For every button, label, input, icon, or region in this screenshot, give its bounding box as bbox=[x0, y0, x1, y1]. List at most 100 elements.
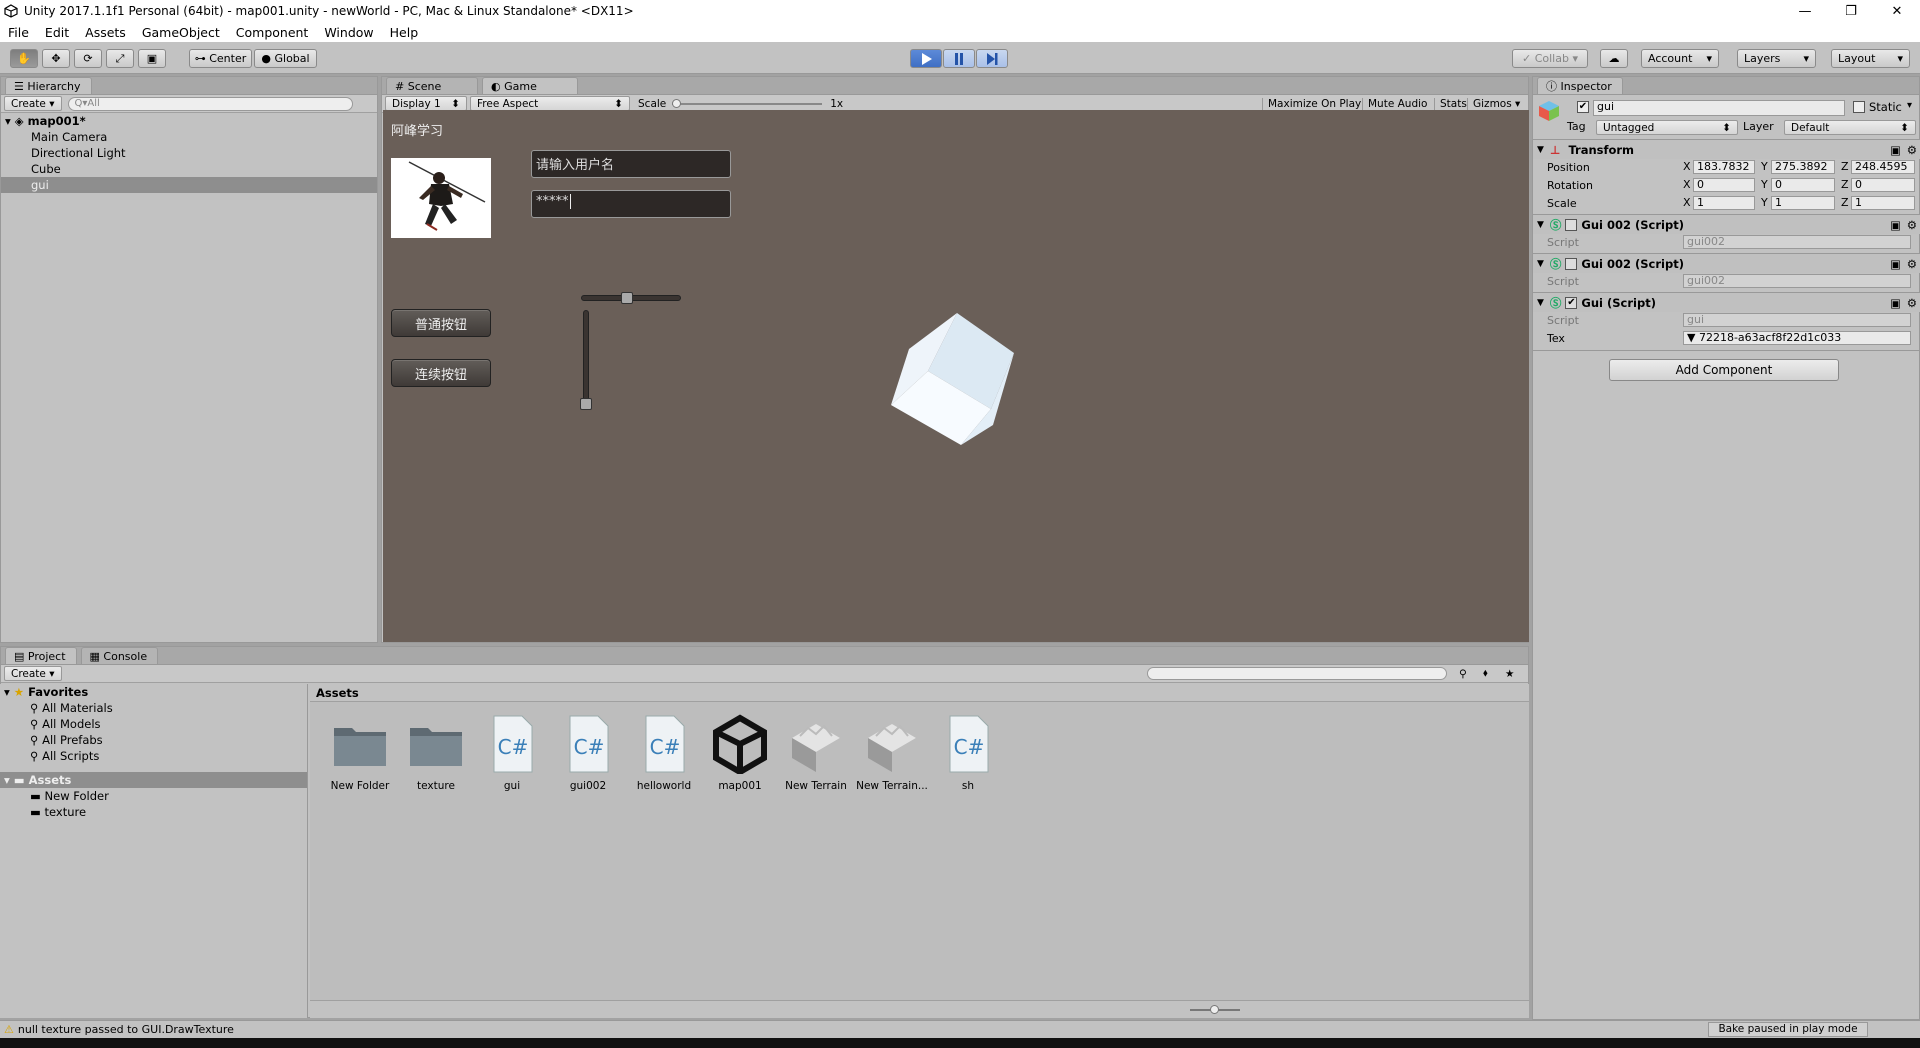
maximize-button[interactable]: ❐ bbox=[1828, 0, 1874, 22]
help-book-icon[interactable]: ▣ bbox=[1890, 143, 1901, 157]
favorite-star-icon[interactable]: ★ bbox=[1505, 668, 1514, 680]
help-book-icon[interactable]: ▣ bbox=[1890, 296, 1901, 310]
rotation-y-field[interactable]: 0 bbox=[1771, 178, 1835, 192]
menu-window[interactable]: Window bbox=[316, 25, 381, 40]
asset-item[interactable]: texture bbox=[400, 714, 472, 792]
project-search-input[interactable] bbox=[1147, 667, 1447, 680]
tab-hierarchy[interactable]: ☰ Hierarchy bbox=[5, 77, 92, 94]
scale-slider-thumb[interactable] bbox=[672, 98, 682, 108]
static-dropdown-arrow-icon[interactable]: ▾ bbox=[1907, 100, 1912, 111]
menu-component[interactable]: Component bbox=[228, 25, 317, 40]
settings-gear-icon[interactable]: ⚙ bbox=[1907, 218, 1917, 232]
normal-button[interactable]: 普通按钮 bbox=[391, 309, 491, 337]
menu-edit[interactable]: Edit bbox=[37, 25, 77, 40]
component-header-gui002-a[interactable]: ▼ Ⓢ Gui 002 (Script) ▣ ⚙ bbox=[1533, 214, 1920, 234]
asset-item[interactable]: C# helloworld bbox=[628, 714, 700, 792]
maximize-on-play-toggle[interactable]: Maximize On Play bbox=[1262, 97, 1366, 110]
rotate-tool-button[interactable]: ⟳ bbox=[74, 49, 102, 68]
account-dropdown[interactable]: Account ▾ bbox=[1641, 49, 1719, 68]
fav-item-all-scripts[interactable]: ⚲ All Scripts bbox=[0, 748, 307, 764]
object-name-input[interactable]: gui bbox=[1593, 100, 1845, 116]
fav-item-all-prefabs[interactable]: ⚲ All Prefabs bbox=[0, 732, 307, 748]
collab-dropdown[interactable]: ✓ Collab ▾ bbox=[1512, 49, 1588, 68]
step-button[interactable] bbox=[976, 49, 1008, 68]
hierarchy-item-directional-light[interactable]: Directional Light bbox=[1, 145, 377, 161]
hand-tool-button[interactable]: ✋ bbox=[10, 49, 38, 68]
tex-field[interactable]: ▼ 72218-a63acf8f22d1c033 bbox=[1683, 331, 1911, 345]
menu-file[interactable]: File bbox=[0, 25, 37, 40]
transform-header[interactable]: ▼ ⊥ Transform ▣ ⚙ bbox=[1533, 139, 1920, 159]
space-toggle[interactable]: ● Global bbox=[254, 49, 317, 68]
game-view[interactable]: 阿峰学习 请输入用户名 ***** 普通按钮 连续按钮 bbox=[383, 110, 1529, 642]
hierarchy-search-input[interactable]: Q▾All bbox=[67, 96, 353, 111]
horizontal-slider[interactable] bbox=[581, 292, 681, 304]
play-button[interactable] bbox=[910, 49, 942, 68]
tag-dropdown[interactable]: Untagged ⬍ bbox=[1596, 120, 1738, 135]
filter-label-icon[interactable]: ⬧ bbox=[1483, 667, 1488, 680]
position-z-field[interactable]: 248.4595 bbox=[1851, 160, 1915, 174]
password-field[interactable]: ***** bbox=[531, 190, 731, 218]
component-enabled-checkbox[interactable]: ✔ bbox=[1565, 296, 1578, 309]
tab-game[interactable]: ◐ Game bbox=[482, 77, 578, 94]
vertical-slider-thumb[interactable] bbox=[580, 398, 592, 410]
scale-x-field[interactable]: 1 bbox=[1693, 196, 1755, 210]
settings-gear-icon[interactable]: ⚙ bbox=[1907, 257, 1917, 271]
tree-folder-new-folder[interactable]: ▬ New Folder bbox=[0, 788, 307, 804]
fav-item-all-materials[interactable]: ⚲ All Materials bbox=[0, 700, 307, 716]
asset-item[interactable]: C# sh bbox=[932, 714, 1004, 792]
scale-tool-button[interactable]: ⤢ bbox=[106, 49, 134, 68]
pause-button[interactable] bbox=[943, 49, 975, 68]
tab-console[interactable]: ▦ Console bbox=[80, 647, 159, 664]
asset-item[interactable]: New Terrain... bbox=[856, 714, 928, 792]
filter-type-icon[interactable]: ⚲ bbox=[1459, 668, 1467, 680]
help-book-icon[interactable]: ▣ bbox=[1890, 218, 1901, 232]
rotation-z-field[interactable]: 0 bbox=[1851, 178, 1915, 192]
asset-item[interactable]: C# gui bbox=[476, 714, 548, 792]
static-checkbox[interactable] bbox=[1853, 101, 1865, 113]
active-checkbox[interactable]: ✔ bbox=[1577, 101, 1589, 113]
add-component-button[interactable]: Add Component bbox=[1609, 359, 1839, 381]
scale-slider[interactable] bbox=[672, 97, 823, 111]
layers-dropdown[interactable]: Layers ▾ bbox=[1737, 49, 1816, 68]
layout-dropdown[interactable]: Layout ▾ bbox=[1831, 49, 1910, 68]
cloud-button[interactable]: ☁ bbox=[1600, 49, 1628, 68]
asset-item[interactable]: map001 bbox=[704, 714, 776, 792]
tree-folder-texture[interactable]: ▬ texture bbox=[0, 804, 307, 820]
asset-item[interactable]: New Terrain bbox=[780, 714, 852, 792]
vertical-slider[interactable] bbox=[580, 310, 592, 410]
scale-y-field[interactable]: 1 bbox=[1771, 196, 1835, 210]
layer-dropdown[interactable]: Default ⬍ bbox=[1784, 120, 1916, 135]
icon-size-slider-thumb[interactable] bbox=[1210, 1005, 1219, 1014]
horizontal-slider-thumb[interactable] bbox=[620, 292, 633, 304]
rotation-x-field[interactable]: 0 bbox=[1693, 178, 1755, 192]
asset-item[interactable]: C# gui002 bbox=[552, 714, 624, 792]
scale-z-field[interactable]: 1 bbox=[1851, 196, 1915, 210]
position-x-field[interactable]: 183.7832 bbox=[1693, 160, 1755, 174]
fav-item-all-models[interactable]: ⚲ All Models bbox=[0, 716, 307, 732]
menu-help[interactable]: Help bbox=[382, 25, 427, 40]
aspect-dropdown[interactable]: Free Aspect ⬍ bbox=[470, 96, 630, 111]
tab-scene[interactable]: # Scene bbox=[386, 77, 478, 94]
position-y-field[interactable]: 275.3892 bbox=[1771, 160, 1835, 174]
settings-gear-icon[interactable]: ⚙ bbox=[1907, 143, 1917, 157]
repeat-button[interactable]: 连续按钮 bbox=[391, 359, 491, 387]
menu-gameobject[interactable]: GameObject bbox=[134, 25, 228, 40]
tab-inspector[interactable]: ⓘ Inspector bbox=[1537, 77, 1623, 94]
mute-audio-toggle[interactable]: Mute Audio bbox=[1362, 97, 1432, 110]
hierarchy-item-cube[interactable]: Cube bbox=[1, 161, 377, 177]
minimize-button[interactable]: — bbox=[1782, 0, 1828, 22]
scene-row[interactable]: ▾ ◈ map001* bbox=[1, 113, 377, 129]
display-dropdown[interactable]: Display 1 ⬍ bbox=[385, 96, 467, 111]
gizmos-dropdown[interactable]: Gizmos ▾ bbox=[1467, 97, 1525, 110]
favorites-row[interactable]: ▾ ★ Favorites bbox=[0, 684, 307, 700]
asset-item[interactable]: New Folder bbox=[324, 714, 396, 792]
component-header-gui[interactable]: ▼ Ⓢ ✔ Gui (Script) ▣ ⚙ bbox=[1533, 292, 1920, 312]
username-field[interactable]: 请输入用户名 bbox=[531, 150, 731, 178]
component-enabled-checkbox[interactable] bbox=[1565, 218, 1578, 231]
help-book-icon[interactable]: ▣ bbox=[1890, 257, 1901, 271]
close-button[interactable]: ✕ bbox=[1874, 0, 1920, 22]
rect-tool-button[interactable]: ▣ bbox=[138, 49, 166, 68]
hierarchy-item-main-camera[interactable]: Main Camera bbox=[1, 129, 377, 145]
assets-root-row[interactable]: ▾ ▬ Assets bbox=[0, 772, 307, 788]
component-header-gui002-b[interactable]: ▼ Ⓢ Gui 002 (Script) ▣ ⚙ bbox=[1533, 253, 1920, 273]
